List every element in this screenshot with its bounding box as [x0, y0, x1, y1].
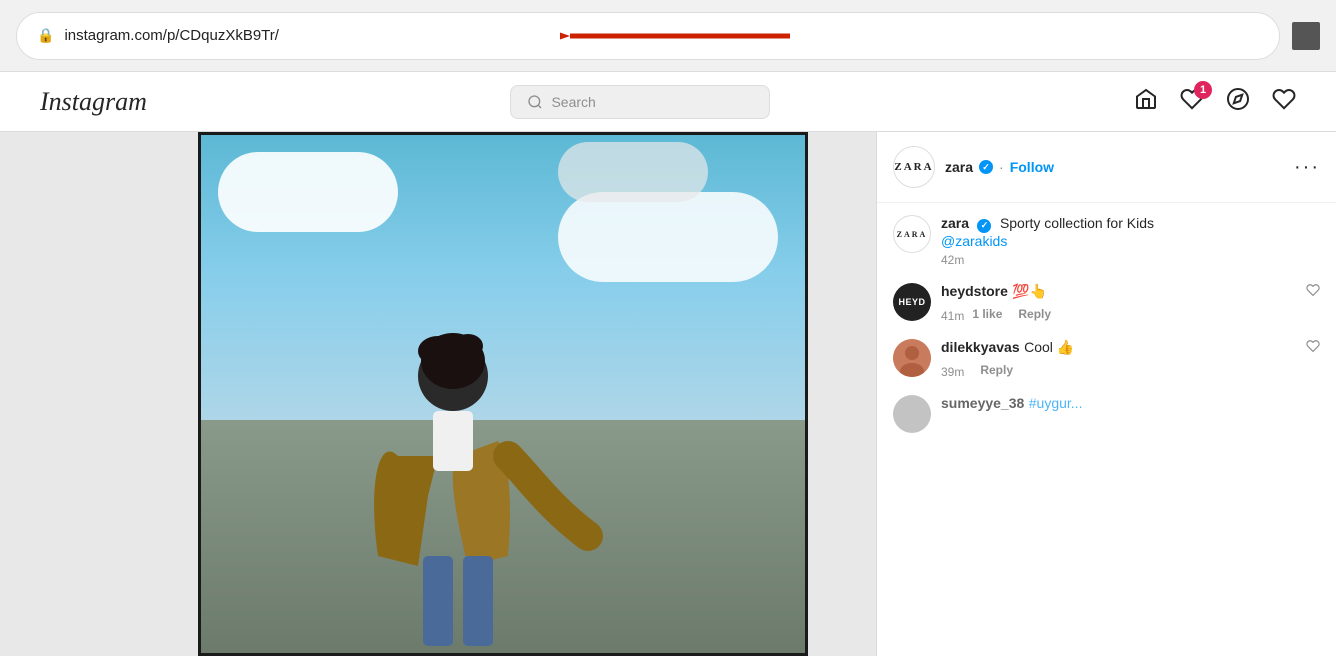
- post-image: [198, 132, 808, 656]
- search-placeholder: Search: [551, 94, 595, 110]
- caption-text: Sporty collection for Kids: [1000, 215, 1154, 231]
- comment-3-partial: sumeyye_38 #uygur...: [893, 395, 1320, 433]
- comment-2-username[interactable]: dilekkyavas: [941, 339, 1020, 355]
- comment-1-likes[interactable]: 1 like: [972, 307, 1002, 321]
- post-details-panel: ZARA zara ✓ · Follow ··· ZARA zara ✓ Spo…: [876, 132, 1336, 656]
- search-bar[interactable]: Search: [510, 85, 770, 119]
- comment-2-body: dilekkyavas Cool 👍 39m Reply: [941, 339, 1296, 379]
- instagram-logo[interactable]: Instagram: [40, 87, 147, 117]
- home-nav[interactable]: [1134, 87, 1158, 116]
- comment-2-avatar[interactable]: [893, 339, 931, 377]
- browser-chrome: 🔒 instagram.com/p/CDquzXkB9Tr/: [0, 0, 1336, 72]
- post-header: ZARA zara ✓ · Follow ···: [877, 132, 1336, 203]
- comment-3-username[interactable]: sumeyye_38: [941, 395, 1024, 411]
- comment-1-body: heydstore 💯👆 41m 1 like Reply: [941, 283, 1296, 323]
- heart-icon: [1272, 87, 1296, 111]
- instagram-header: Instagram Search 1: [0, 72, 1336, 132]
- comment-1: HEYD heydstore 💯👆 41m 1 like Reply: [893, 283, 1320, 323]
- lock-icon: 🔒: [37, 27, 54, 44]
- caption-username[interactable]: zara: [941, 215, 969, 231]
- comment-3-body: sumeyye_38 #uygur...: [941, 395, 1320, 413]
- explore-icon: [1226, 87, 1250, 111]
- post-user-info: zara ✓ · Follow: [945, 159, 1284, 175]
- address-bar[interactable]: 🔒 instagram.com/p/CDquzXkB9Tr/: [16, 12, 1280, 60]
- caption-verified: ✓: [977, 219, 991, 233]
- comment-2-avatar-img: [893, 339, 931, 377]
- comment-2-like-icon[interactable]: [1306, 339, 1320, 356]
- post-username[interactable]: zara: [945, 159, 973, 175]
- activity-badge: 1: [1194, 81, 1212, 99]
- activity-nav[interactable]: 1: [1180, 87, 1204, 116]
- caption-body: zara ✓ Sporty collection for Kids @zarak…: [941, 215, 1320, 267]
- comments-area: ZARA zara ✓ Sporty collection for Kids @…: [877, 203, 1336, 656]
- comment-1-like-icon[interactable]: [1306, 283, 1320, 300]
- follow-button[interactable]: Follow: [1010, 159, 1054, 175]
- comment-2-reply[interactable]: Reply: [980, 363, 1013, 377]
- image-border: [198, 132, 808, 656]
- comment-1-reply[interactable]: Reply: [1018, 307, 1051, 321]
- comment-1-time: 41m: [941, 309, 964, 323]
- comment-2-text: Cool 👍: [1024, 339, 1074, 355]
- comment-1-meta: 41m 1 like Reply: [941, 305, 1296, 323]
- comment-2: dilekkyavas Cool 👍 39m Reply: [893, 339, 1320, 379]
- comment-1-avatar[interactable]: HEYD: [893, 283, 931, 321]
- caption-tag[interactable]: @zarakids: [941, 233, 1320, 249]
- search-icon: [527, 94, 543, 110]
- verified-badge: ✓: [979, 160, 993, 174]
- url-text: instagram.com/p/CDquzXkB9Tr/: [64, 27, 1259, 44]
- comment-2-time: 39m: [941, 365, 964, 379]
- browser-square-button: [1292, 22, 1320, 50]
- dot-separator: ·: [999, 159, 1004, 175]
- post-image-area: [0, 132, 876, 656]
- more-options-button[interactable]: ···: [1294, 157, 1320, 177]
- main-content: ZARA zara ✓ · Follow ··· ZARA zara ✓ Spo…: [0, 132, 1336, 656]
- comment-1-text: 💯👆: [1012, 283, 1047, 299]
- home-icon: [1134, 87, 1158, 111]
- comment-1-username[interactable]: heydstore: [941, 283, 1008, 299]
- comment-2-meta: 39m Reply: [941, 361, 1296, 379]
- comment-3-text: #uygur...: [1029, 395, 1083, 411]
- post-user-avatar[interactable]: ZARA: [893, 146, 935, 188]
- explore-nav[interactable]: [1226, 87, 1250, 116]
- nav-icons: 1: [1134, 87, 1296, 116]
- post-caption: ZARA zara ✓ Sporty collection for Kids @…: [893, 215, 1320, 267]
- heart-nav[interactable]: [1272, 87, 1296, 116]
- caption-time: 42m: [941, 253, 1320, 267]
- comment-3-avatar[interactable]: [893, 395, 931, 433]
- caption-avatar[interactable]: ZARA: [893, 215, 931, 253]
